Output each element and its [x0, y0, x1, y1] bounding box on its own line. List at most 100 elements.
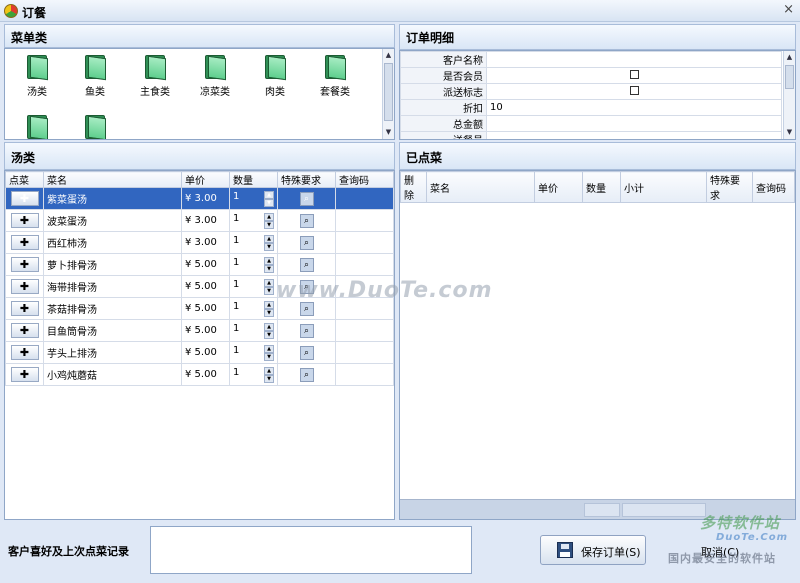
- spin-down-icon[interactable]: ▼: [264, 374, 274, 383]
- col-name[interactable]: 菜名: [43, 171, 182, 188]
- binoculars-icon[interactable]: ⌕: [299, 323, 314, 338]
- dish-qty[interactable]: 1: [233, 257, 239, 268]
- col-price[interactable]: 单价: [181, 171, 230, 188]
- col-special[interactable]: 特殊要求: [706, 171, 753, 203]
- add-dish-icon[interactable]: ✚: [10, 191, 39, 206]
- spin-down-icon[interactable]: ▼: [264, 264, 274, 273]
- add-dish-icon[interactable]: ✚: [10, 257, 39, 272]
- folder-fish[interactable]: 鱼类: [67, 51, 123, 111]
- folder-set-meal[interactable]: 套餐类: [307, 51, 363, 111]
- discount-input[interactable]: 10: [486, 99, 782, 116]
- delivery-person-input[interactable]: [486, 131, 782, 139]
- field-label: 是否会员: [400, 67, 487, 84]
- spin-up-icon[interactable]: ▲: [264, 278, 274, 287]
- dish-row[interactable]: ✚ 小鸡炖蘑菇 ¥ 5.00 1 ▲ ▼ ⌕: [5, 363, 394, 386]
- qty-spinner[interactable]: ▲ ▼: [264, 344, 274, 361]
- add-dish-icon[interactable]: ✚: [10, 323, 39, 338]
- dish-qty[interactable]: 1: [233, 345, 239, 356]
- spin-down-icon[interactable]: ▼: [264, 220, 274, 229]
- qty-spinner[interactable]: ▲ ▼: [264, 366, 274, 383]
- qty-spinner[interactable]: ▲ ▼: [264, 190, 274, 207]
- spin-down-icon[interactable]: ▼: [264, 308, 274, 317]
- col-qty[interactable]: 数量: [582, 171, 621, 203]
- binoculars-icon[interactable]: ⌕: [299, 235, 314, 250]
- col-code[interactable]: 查询码: [752, 171, 795, 203]
- col-order[interactable]: 点菜: [5, 171, 44, 188]
- spin-up-icon[interactable]: ▲: [264, 300, 274, 309]
- scroll-thumb[interactable]: [785, 65, 794, 89]
- col-qty[interactable]: 数量: [229, 171, 278, 188]
- binoculars-icon[interactable]: ⌕: [299, 367, 314, 382]
- scroll-up-icon[interactable]: ▲: [383, 50, 394, 61]
- col-code[interactable]: 查询码: [335, 171, 394, 188]
- scroll-down-icon[interactable]: ▼: [383, 127, 394, 138]
- spin-up-icon[interactable]: ▲: [264, 322, 274, 331]
- qty-spinner[interactable]: ▲ ▼: [264, 256, 274, 273]
- save-order-button[interactable]: 保存订单(S): [540, 535, 646, 565]
- spin-up-icon[interactable]: ▲: [264, 234, 274, 243]
- spin-down-icon[interactable]: ▼: [264, 242, 274, 251]
- scroll-thumb[interactable]: [384, 63, 393, 121]
- dish-qty[interactable]: 1: [233, 213, 239, 224]
- spin-down-icon[interactable]: ▼: [264, 330, 274, 339]
- folder-soup[interactable]: 汤类: [9, 51, 65, 111]
- dish-qty[interactable]: 1: [233, 301, 239, 312]
- binoculars-icon[interactable]: ⌕: [299, 301, 314, 316]
- add-dish-icon[interactable]: ✚: [10, 279, 39, 294]
- dish-qty[interactable]: 1: [233, 279, 239, 290]
- dish-row[interactable]: ✚ 紫菜蛋汤 ¥ 3.00 1 ▲ ▼ ⌕: [5, 187, 394, 210]
- folder-staple[interactable]: 主食类: [127, 51, 183, 111]
- dish-qty[interactable]: 1: [233, 191, 239, 202]
- col-name[interactable]: 菜名: [426, 171, 535, 203]
- scroll-down-icon[interactable]: ▼: [784, 127, 795, 138]
- add-dish-icon[interactable]: ✚: [10, 301, 39, 316]
- delivery-flag-checkbox[interactable]: [629, 85, 639, 95]
- add-dish-icon[interactable]: ✚: [10, 345, 39, 360]
- add-dish-icon[interactable]: ✚: [10, 367, 39, 382]
- customer-name-input[interactable]: [486, 51, 782, 68]
- qty-spinner[interactable]: ▲ ▼: [264, 322, 274, 339]
- order-detail-scrollbar[interactable]: ▲ ▼: [783, 51, 795, 139]
- preferences-textbox[interactable]: [150, 526, 472, 574]
- scroll-up-icon[interactable]: ▲: [784, 52, 795, 63]
- dish-row[interactable]: ✚ 西红柿汤 ¥ 3.00 1 ▲ ▼ ⌕: [5, 231, 394, 254]
- spin-down-icon[interactable]: ▼: [264, 352, 274, 361]
- qty-spinner[interactable]: ▲ ▼: [264, 212, 274, 229]
- col-special[interactable]: 特殊要求: [277, 171, 336, 188]
- spin-down-icon[interactable]: ▼: [264, 198, 274, 207]
- spin-up-icon[interactable]: ▲: [264, 212, 274, 221]
- dish-row[interactable]: ✚ 芋头上排汤 ¥ 5.00 1 ▲ ▼ ⌕: [5, 341, 394, 364]
- add-dish-icon[interactable]: ✚: [10, 235, 39, 250]
- binoculars-icon[interactable]: ⌕: [299, 345, 314, 360]
- folder-extra-1[interactable]: [9, 111, 65, 139]
- col-delete[interactable]: 删除: [400, 171, 427, 203]
- spin-up-icon[interactable]: ▲: [264, 256, 274, 265]
- binoculars-icon[interactable]: ⌕: [299, 191, 314, 206]
- dish-qty[interactable]: 1: [233, 235, 239, 246]
- field-delivery-flag: 派送标志: [400, 83, 782, 100]
- folder-extra-2[interactable]: [67, 111, 123, 139]
- col-price[interactable]: 单价: [534, 171, 583, 203]
- folder-cold-dish[interactable]: 凉菜类: [187, 51, 243, 111]
- binoculars-icon[interactable]: ⌕: [299, 213, 314, 228]
- qty-spinner[interactable]: ▲ ▼: [264, 234, 274, 251]
- spin-down-icon[interactable]: ▼: [264, 286, 274, 295]
- qty-spinner[interactable]: ▲ ▼: [264, 278, 274, 295]
- folder-meat[interactable]: 肉类: [247, 51, 303, 111]
- menu-category-scrollbar[interactable]: ▲ ▼: [382, 49, 394, 139]
- is-member-checkbox[interactable]: [629, 69, 639, 79]
- dish-row[interactable]: ✚ 波菜蛋汤 ¥ 3.00 1 ▲ ▼ ⌕: [5, 209, 394, 232]
- spin-up-icon[interactable]: ▲: [264, 344, 274, 353]
- dish-qty[interactable]: 1: [233, 323, 239, 334]
- watermark-slogan: 国内最安全的软件站: [668, 552, 776, 565]
- dish-row[interactable]: ✚ 目鱼筒骨汤 ¥ 5.00 1 ▲ ▼ ⌕: [5, 319, 394, 342]
- binoculars-icon[interactable]: ⌕: [299, 257, 314, 272]
- qty-spinner[interactable]: ▲ ▼: [264, 300, 274, 317]
- col-subtotal[interactable]: 小计: [620, 171, 707, 203]
- close-icon[interactable]: ×: [783, 2, 794, 17]
- spin-up-icon[interactable]: ▲: [264, 190, 274, 199]
- add-dish-icon[interactable]: ✚: [10, 213, 39, 228]
- dish-row[interactable]: ✚ 萝卜排骨汤 ¥ 5.00 1 ▲ ▼ ⌕: [5, 253, 394, 276]
- dish-qty[interactable]: 1: [233, 367, 239, 378]
- spin-up-icon[interactable]: ▲: [264, 366, 274, 375]
